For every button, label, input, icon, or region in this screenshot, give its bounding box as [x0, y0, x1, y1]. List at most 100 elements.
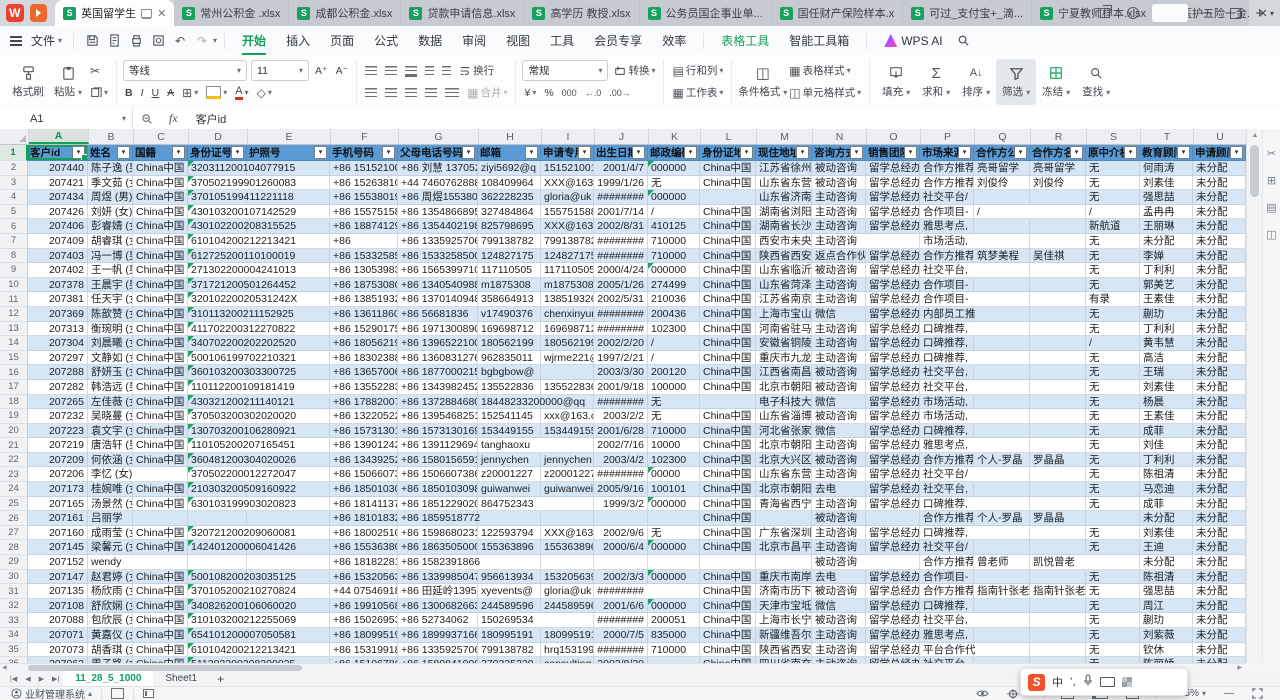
- system-menu[interactable]: 业财管理系统▴: [6, 686, 97, 700]
- cell-D26[interactable]: [188, 511, 247, 526]
- cell-P16[interactable]: 社交平台,: [920, 365, 974, 380]
- cell-J5[interactable]: 2001/7/14: [594, 205, 648, 220]
- cell-F27[interactable]: +86 18002510: [330, 526, 398, 541]
- cell-I19[interactable]: xxx@163.cc: [541, 409, 594, 424]
- cell-A9[interactable]: 207402: [28, 263, 88, 278]
- cell-U12[interactable]: 未分配: [1193, 307, 1246, 322]
- status-grid-icon[interactable]: [106, 688, 129, 699]
- cell-M30[interactable]: 重庆市南岸: [756, 570, 812, 585]
- cell-Q22[interactable]: 个人-罗晶: [974, 453, 1030, 468]
- cell-E23[interactable]: [247, 467, 330, 482]
- cell-O15[interactable]: 留学总经办: [866, 351, 920, 366]
- cell-A21[interactable]: 207219: [28, 438, 88, 453]
- cell-T11[interactable]: 王素佳: [1140, 292, 1193, 307]
- cell-N10[interactable]: 主动咨询: [812, 278, 866, 293]
- cell-K29[interactable]: [648, 555, 700, 570]
- cell-M19[interactable]: 山东省淄博: [756, 409, 812, 424]
- cell-C16[interactable]: China中国: [133, 365, 188, 380]
- cell-E28[interactable]: [247, 540, 330, 555]
- cell-J11[interactable]: 2002/5/31: [594, 292, 648, 307]
- cell-A31[interactable]: 207135: [28, 584, 88, 599]
- rows-columns-button[interactable]: ▤行和列▾: [670, 63, 725, 78]
- header-cell-I[interactable]: 申请专用▾: [541, 145, 594, 161]
- cell-H18[interactable]: 18448233200000@qq: [478, 395, 541, 410]
- currency-icon[interactable]: ¥▾: [522, 87, 538, 99]
- cell-N22[interactable]: 被动咨询: [812, 453, 866, 468]
- cell-K15[interactable]: /: [648, 351, 700, 366]
- filter-dropdown-icon[interactable]: ▾: [796, 146, 809, 159]
- row-number[interactable]: 34: [0, 628, 28, 643]
- cell-B26[interactable]: 吕丽学: [88, 511, 133, 526]
- cell-K25[interactable]: 000000: [648, 497, 700, 512]
- menu-item-页面[interactable]: 页面: [320, 26, 364, 55]
- menu-item-视图[interactable]: 视图: [496, 26, 540, 55]
- cell-J13[interactable]: ########: [594, 322, 648, 337]
- cell-L21[interactable]: China中国: [700, 438, 756, 453]
- cell-E29[interactable]: [247, 555, 330, 570]
- side-layout-icon[interactable]: ▤: [1266, 201, 1276, 214]
- row-number[interactable]: 5: [0, 205, 28, 220]
- cell-K31[interactable]: [648, 584, 700, 599]
- cell-K21[interactable]: 10000: [648, 438, 700, 453]
- cell-M28[interactable]: 北京市昌平: [756, 540, 812, 555]
- wps-ai-button[interactable]: WPS AI: [874, 26, 952, 55]
- cell-D22[interactable]: 360481200304020026: [188, 453, 247, 468]
- cell-N2[interactable]: 被动咨询: [812, 161, 866, 176]
- filter-dropdown-icon[interactable]: ▾: [850, 146, 863, 159]
- cell-M23[interactable]: 山东省东营: [756, 467, 812, 482]
- cell-R18[interactable]: [1030, 395, 1086, 410]
- menu-item-会员专享[interactable]: 会员专享: [584, 26, 652, 55]
- cell-K34[interactable]: 835000: [648, 628, 700, 643]
- cell-S10[interactable]: 无: [1086, 278, 1140, 293]
- row-number[interactable]: 4: [0, 190, 28, 205]
- cell-G2[interactable]: +86 刘慧 137052: [398, 161, 478, 176]
- cell-P34[interactable]: 雅思考点,: [920, 628, 974, 643]
- cell-D21[interactable]: 110105200207165451: [188, 438, 247, 453]
- cell-E10[interactable]: [247, 278, 330, 293]
- filter-dropdown-icon[interactable]: ▾: [1230, 146, 1243, 159]
- cell-T10[interactable]: 郭美艺: [1140, 278, 1193, 293]
- side-panel-icon[interactable]: ⊞: [1267, 174, 1276, 187]
- cell-I31[interactable]: gloria@uk: [541, 584, 594, 599]
- cell-L28[interactable]: China中国: [700, 540, 756, 555]
- cell-A27[interactable]: 207160: [28, 526, 88, 541]
- align-middle-icon[interactable]: [383, 66, 399, 75]
- cell-T34[interactable]: 刘紫薇: [1140, 628, 1193, 643]
- undo-chevron-icon[interactable]: ▾: [213, 36, 217, 45]
- header-cell-S[interactable]: 原中介机▾: [1086, 145, 1140, 161]
- cell-K17[interactable]: 100000: [648, 380, 700, 395]
- column-header-Q[interactable]: Q: [975, 129, 1031, 144]
- cell-L22[interactable]: China中国: [700, 453, 756, 468]
- cell-G10[interactable]: +86 1340540988: [398, 278, 478, 293]
- cell-L5[interactable]: China中国: [700, 205, 756, 220]
- copy-icon[interactable]: ▾: [88, 87, 110, 99]
- cell-J17[interactable]: 2001/9/18: [594, 380, 648, 395]
- search-icon[interactable]: [953, 31, 975, 51]
- cell-F13[interactable]: +86 15290175: [330, 322, 398, 337]
- tab-table-tools[interactable]: 表格工具: [711, 26, 779, 55]
- cell-B4[interactable]: 周煜 (男): [88, 190, 133, 205]
- cell-F30[interactable]: +86 15320563: [330, 570, 398, 585]
- cell-D32[interactable]: 340826200106060020: [188, 599, 247, 614]
- cell-I27[interactable]: XXX@163.c: [541, 526, 594, 541]
- cell-O23[interactable]: 留学总经办: [866, 467, 920, 482]
- cell-S5[interactable]: /: [1086, 205, 1140, 220]
- cell-D24[interactable]: 210303200509160922: [188, 482, 247, 497]
- cell-O26[interactable]: [866, 511, 920, 526]
- cell-Q8[interactable]: 筑梦美程: [974, 249, 1030, 264]
- cell-F20[interactable]: +86 15731301: [330, 424, 398, 439]
- cell-H27[interactable]: 122593794: [478, 526, 541, 541]
- cell-B29[interactable]: wendy: [88, 555, 133, 570]
- cell-Q20[interactable]: [974, 424, 1030, 439]
- thousands-icon[interactable]: 000: [560, 88, 579, 98]
- cell-K33[interactable]: 200051: [648, 613, 700, 628]
- cell-D10[interactable]: 371721200501264452: [188, 278, 247, 293]
- cell-C11[interactable]: China中国: [133, 292, 188, 307]
- cell-C28[interactable]: China中国: [133, 540, 188, 555]
- filter-dropdown-icon[interactable]: ▾: [1014, 146, 1027, 159]
- side-cards-icon[interactable]: ◫: [1266, 228, 1276, 241]
- cell-R20[interactable]: [1030, 424, 1086, 439]
- cell-D14[interactable]: 340702200202202520: [188, 336, 247, 351]
- cell-A5[interactable]: 207426: [28, 205, 88, 220]
- cell-E7[interactable]: [247, 234, 330, 249]
